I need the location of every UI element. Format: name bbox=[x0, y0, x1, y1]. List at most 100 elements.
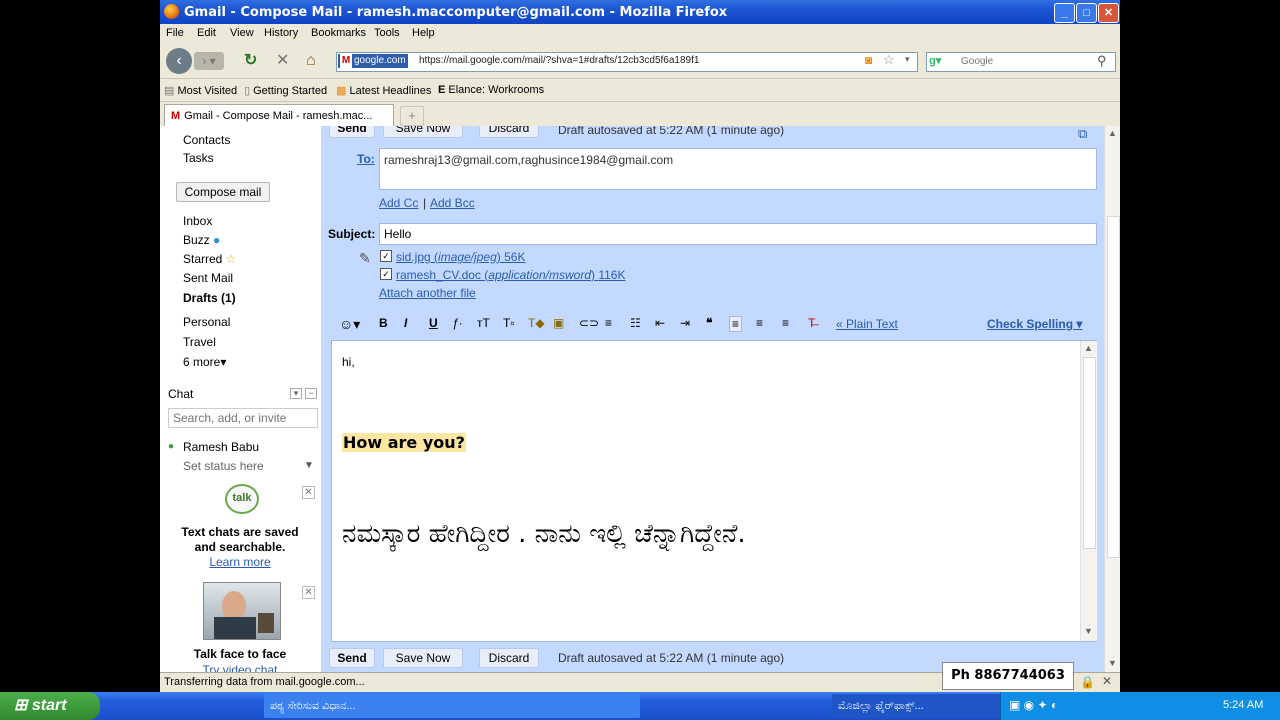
status-close-icon[interactable]: ✕ bbox=[1102, 674, 1112, 688]
google-engine-icon[interactable]: g▾ bbox=[929, 54, 941, 67]
menu-file[interactable]: File bbox=[166, 27, 184, 39]
send-button[interactable]: Send bbox=[329, 648, 375, 668]
attachment-2[interactable]: ramesh_CV.doc (application/msword) 116K bbox=[396, 268, 625, 282]
attach-another-file-link[interactable]: Attach another file bbox=[379, 286, 476, 300]
search-icon[interactable]: ⚲ bbox=[1097, 53, 1107, 69]
scroll-down-icon[interactable]: ▼ bbox=[1084, 626, 1093, 636]
add-bcc-link[interactable]: Add Bcc bbox=[430, 196, 475, 210]
save-now-button[interactable]: Save Now bbox=[383, 648, 463, 668]
sidebar-drafts[interactable]: Drafts (1) bbox=[183, 291, 236, 305]
start-button[interactable]: ⊞ start bbox=[0, 692, 100, 720]
discard-button-top[interactable]: Discard bbox=[479, 126, 539, 138]
bookmark-most-visited[interactable]: ▤ Most Visited bbox=[164, 84, 237, 97]
search-bar[interactable]: g▾ Google ⚲ bbox=[926, 52, 1116, 72]
attachment-checkbox-2[interactable]: ✓ bbox=[380, 268, 392, 280]
learn-more-link[interactable]: Learn more bbox=[160, 555, 320, 569]
cursor-over-highlight-icon[interactable]: ▣ bbox=[553, 316, 564, 330]
attachment-checkbox-1[interactable]: ✓ bbox=[380, 250, 392, 262]
forward-button[interactable]: › ▾ bbox=[194, 52, 224, 70]
attachment-1[interactable]: sid.jpg (image/jpeg) 56K bbox=[396, 250, 525, 264]
text-color-icon[interactable]: T▫ bbox=[503, 316, 515, 330]
popout-icon[interactable]: ⧉ bbox=[1078, 126, 1087, 142]
menu-tools[interactable]: Tools bbox=[374, 27, 400, 39]
page-scroll-thumb[interactable] bbox=[1107, 216, 1120, 558]
remove-formatting-icon[interactable]: T̶ bbox=[808, 316, 815, 330]
indent-more-icon[interactable]: ⇥ bbox=[680, 316, 690, 330]
tab-gmail[interactable]: M Gmail - Compose Mail - ramesh.mac... bbox=[164, 104, 394, 127]
sidebar-label-personal[interactable]: Personal bbox=[183, 315, 230, 329]
bookmark-elance[interactable]: E Elance: Workrooms bbox=[438, 84, 544, 96]
close-button[interactable]: ✕ bbox=[1098, 3, 1119, 23]
sidebar-starred[interactable]: Starred ☆ bbox=[183, 252, 236, 266]
status-dropdown-icon[interactable]: ▼ bbox=[304, 460, 314, 471]
taskbar-item-document[interactable]: ಪಠ್ಯ ಸೇರಿಸುವ ವಿಧಾನ... bbox=[264, 694, 640, 718]
align-left-icon[interactable]: ≡ bbox=[729, 316, 743, 332]
site-identity-button[interactable]: google.com bbox=[338, 54, 408, 68]
sidebar-tasks[interactable]: Tasks bbox=[183, 151, 214, 165]
editor-scrollbar[interactable]: ▲ ▼ bbox=[1080, 341, 1097, 641]
send-button-top[interactable]: Send bbox=[329, 126, 375, 138]
menu-edit[interactable]: Edit bbox=[197, 27, 216, 39]
page-scrollbar[interactable]: ▲ ▼ bbox=[1104, 126, 1120, 672]
bookmark-star-icon[interactable]: ☆ bbox=[883, 52, 895, 68]
dismiss-video-tip-icon[interactable]: ✕ bbox=[302, 586, 315, 599]
maximize-button[interactable]: □ bbox=[1076, 3, 1097, 23]
menu-help[interactable]: Help bbox=[412, 27, 435, 39]
link-icon[interactable]: ⊂⊃ bbox=[579, 316, 599, 330]
font-size-icon[interactable]: тT bbox=[477, 316, 490, 330]
indent-less-icon[interactable]: ⇤ bbox=[655, 316, 665, 330]
underline-icon[interactable]: U bbox=[429, 316, 438, 330]
to-label[interactable]: To: bbox=[357, 152, 375, 166]
page-scroll-down-icon[interactable]: ▼ bbox=[1108, 658, 1117, 668]
menu-history[interactable]: History bbox=[264, 27, 298, 39]
sidebar-contacts[interactable]: Contacts bbox=[183, 133, 230, 147]
chat-user-name[interactable]: Ramesh Babu bbox=[183, 440, 259, 454]
stop-icon[interactable]: ✕ bbox=[276, 52, 289, 70]
plain-text-link[interactable]: « Plain Text bbox=[836, 317, 898, 331]
taskbar-item-firefox[interactable]: ಮೊಜಿಲ್ಲಾ ಫೈರ್‌ಫಾಕ್ಸ್... bbox=[832, 694, 1008, 718]
editor-scroll-thumb[interactable] bbox=[1083, 357, 1096, 549]
back-button[interactable]: ‹ bbox=[166, 48, 192, 74]
sidebar-buzz[interactable]: Buzz ● bbox=[183, 233, 220, 247]
font-icon[interactable]: ƒ· bbox=[452, 316, 463, 330]
bookmark-latest-headlines[interactable]: ▩ Latest Headlines bbox=[336, 84, 431, 97]
menu-bookmarks[interactable]: Bookmarks bbox=[311, 27, 366, 39]
dismiss-tip-icon[interactable]: ✕ bbox=[302, 486, 315, 499]
minimize-button[interactable]: _ bbox=[1054, 3, 1075, 23]
to-field[interactable]: rameshraj13@gmail.com,raghusince1984@gma… bbox=[379, 148, 1097, 190]
chat-search-input[interactable] bbox=[168, 408, 318, 428]
compose-mail-button[interactable]: Compose mail bbox=[176, 182, 270, 202]
numbered-list-icon[interactable]: ≡ bbox=[605, 316, 612, 330]
discard-button[interactable]: Discard bbox=[479, 648, 539, 668]
save-now-button-top[interactable]: Save Now bbox=[383, 126, 463, 138]
align-center-icon[interactable]: ≡ bbox=[756, 316, 763, 330]
align-right-icon[interactable]: ≡ bbox=[782, 316, 789, 330]
sidebar-inbox[interactable]: Inbox bbox=[183, 214, 212, 228]
bulleted-list-icon[interactable]: ☷ bbox=[630, 316, 641, 330]
quote-icon[interactable]: ❝ bbox=[706, 316, 712, 330]
italic-icon[interactable]: I bbox=[404, 316, 407, 330]
sidebar-more-labels[interactable]: 6 more▾ bbox=[183, 355, 226, 369]
chat-options-icon[interactable]: ▾ bbox=[290, 388, 302, 399]
scroll-up-icon[interactable]: ▲ bbox=[1084, 343, 1093, 353]
tray-icons[interactable]: ▣ ◉ ✦ ◐ bbox=[1009, 698, 1058, 712]
menu-view[interactable]: View bbox=[230, 27, 254, 39]
subject-field[interactable]: Hello bbox=[379, 223, 1097, 245]
highlight-icon[interactable]: T◆ bbox=[528, 316, 545, 330]
home-icon[interactable]: ⌂ bbox=[306, 52, 316, 70]
rss-icon[interactable]: ◙ bbox=[865, 53, 872, 67]
chat-status-text[interactable]: Set status here bbox=[183, 459, 264, 473]
new-tab-button[interactable]: + bbox=[400, 106, 424, 126]
url-bar[interactable]: google.com https://mail.google.com/mail/… bbox=[336, 52, 918, 72]
try-video-link[interactable]: Try video chat bbox=[160, 663, 320, 672]
sidebar-sent[interactable]: Sent Mail bbox=[183, 271, 233, 285]
chat-minimize-icon[interactable]: − bbox=[305, 388, 317, 399]
bookmark-getting-started[interactable]: ▯ Getting Started bbox=[244, 84, 327, 97]
check-spelling-link[interactable]: Check Spelling ▾ bbox=[987, 317, 1082, 331]
message-body-editor[interactable]: hi, How are you? ನಮಸ್ಕಾರ ಹೇಗಿದ್ದೀರ . ನಾನ… bbox=[331, 340, 1097, 642]
url-dropdown-icon[interactable]: ▾ bbox=[905, 54, 910, 65]
add-cc-link[interactable]: Add Cc bbox=[379, 196, 418, 210]
emoticon-icon[interactable]: ☺▾ bbox=[339, 316, 360, 333]
sidebar-label-travel[interactable]: Travel bbox=[183, 335, 216, 349]
bold-icon[interactable]: B bbox=[379, 316, 388, 330]
